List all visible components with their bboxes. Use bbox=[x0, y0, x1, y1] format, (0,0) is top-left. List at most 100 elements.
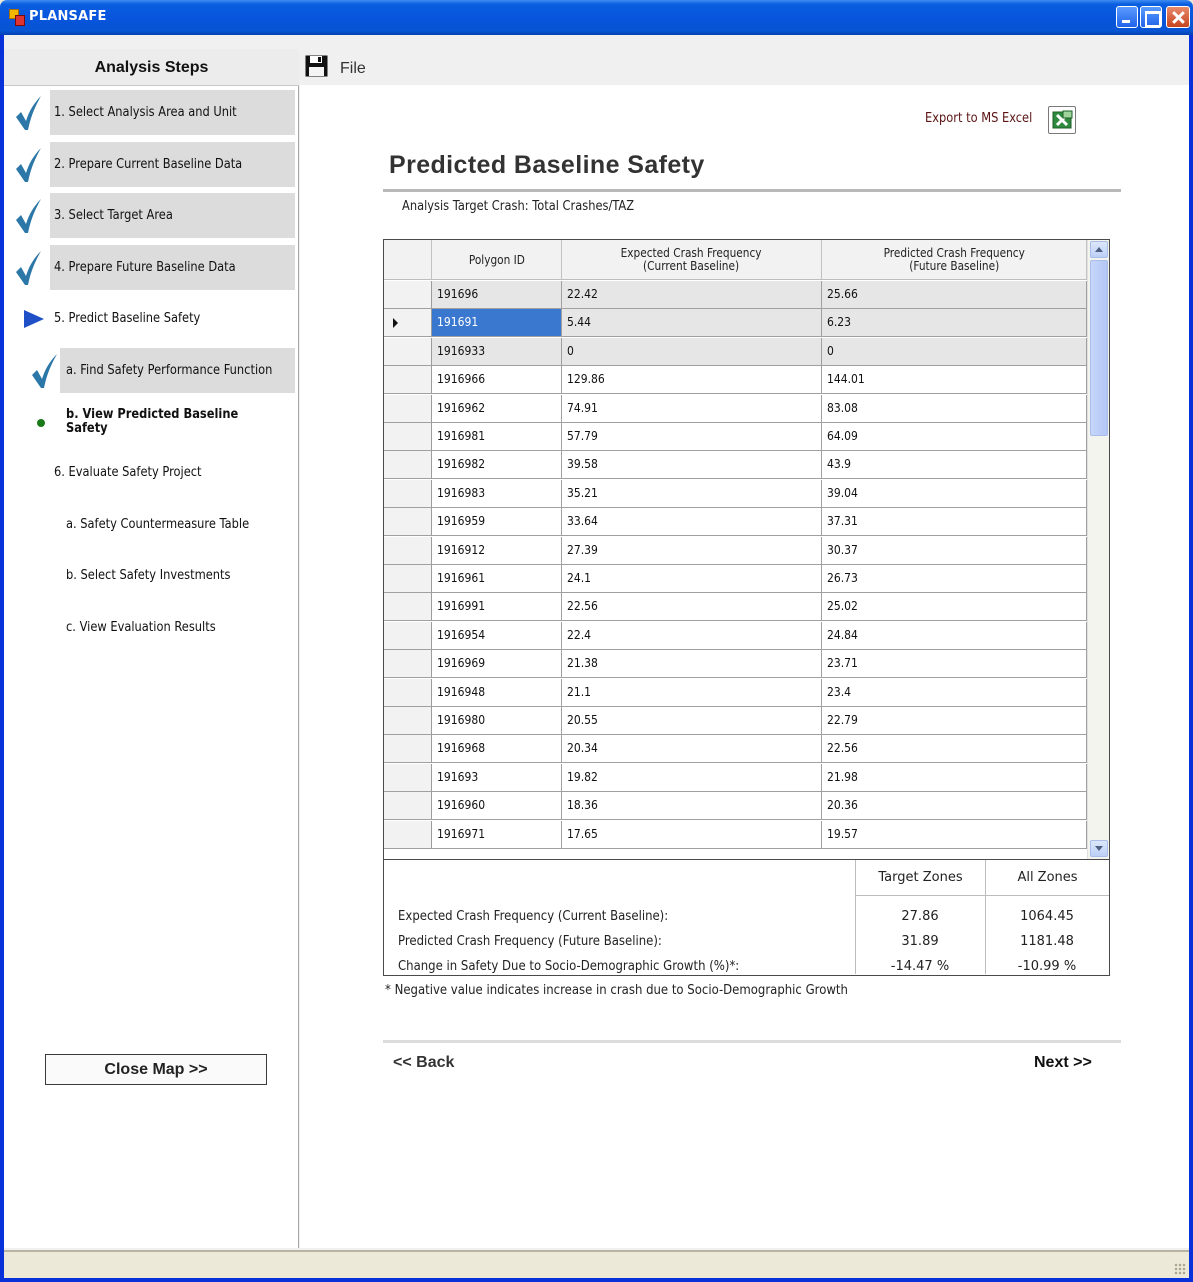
scroll-up-arrow-icon[interactable] bbox=[1090, 241, 1108, 258]
cell-polygon-id[interactable]: 1916962 bbox=[432, 394, 562, 423]
cell-polygon-id[interactable]: 1916981 bbox=[432, 423, 562, 451]
cell-predicted[interactable]: 20.36 bbox=[822, 792, 1087, 821]
cell-predicted[interactable]: 30.37 bbox=[822, 536, 1087, 565]
row-selector[interactable] bbox=[384, 707, 432, 735]
cell-expected[interactable]: 74.91 bbox=[562, 394, 822, 423]
sidebar-step-6[interactable]: a. Find Safety Performance Function bbox=[4, 348, 299, 394]
table-row[interactable]: 191696 22.42 25.66 bbox=[384, 281, 1087, 309]
row-selector[interactable] bbox=[384, 337, 432, 366]
cell-polygon-id[interactable]: 1916960 bbox=[432, 792, 562, 821]
cell-predicted[interactable]: 83.08 bbox=[822, 394, 1087, 423]
cell-expected[interactable]: 39.58 bbox=[562, 451, 822, 480]
sidebar-step-2[interactable]: 2. Prepare Current Baseline Data bbox=[4, 142, 299, 188]
row-selector[interactable] bbox=[384, 621, 432, 650]
table-row[interactable]: 1916961 24.1 26.73 bbox=[384, 565, 1087, 593]
sidebar-step-3[interactable]: 3. Select Target Area bbox=[4, 193, 299, 239]
cell-expected[interactable]: 22.42 bbox=[562, 281, 822, 309]
column-header-expected[interactable]: Expected Crash Frequency (Current Baselin… bbox=[562, 240, 822, 280]
cell-expected[interactable]: 24.1 bbox=[562, 565, 822, 593]
cell-predicted[interactable]: 0 bbox=[822, 337, 1087, 366]
prediction-grid[interactable]: Polygon ID Expected Crash Frequency (Curr… bbox=[383, 239, 1110, 860]
sidebar-step-8[interactable]: 6. Evaluate Safety Project bbox=[4, 450, 299, 496]
cell-expected[interactable]: 5.44 bbox=[562, 309, 822, 338]
table-row[interactable]: 1916959 33.64 37.31 bbox=[384, 508, 1087, 537]
resize-grip-icon[interactable] bbox=[1174, 1263, 1186, 1275]
cell-predicted[interactable]: 25.66 bbox=[822, 281, 1087, 309]
table-row[interactable]: 1916980 20.55 22.79 bbox=[384, 707, 1087, 735]
cell-predicted[interactable]: 21.98 bbox=[822, 763, 1087, 792]
cell-expected[interactable]: 20.34 bbox=[562, 735, 822, 764]
table-row[interactable]: 191693 19.82 21.98 bbox=[384, 763, 1087, 792]
cell-polygon-id[interactable]: 1916959 bbox=[432, 508, 562, 537]
cell-expected[interactable]: 19.82 bbox=[562, 763, 822, 792]
row-selector[interactable] bbox=[384, 735, 432, 764]
file-menu[interactable]: File bbox=[340, 60, 366, 78]
cell-expected[interactable]: 35.21 bbox=[562, 479, 822, 508]
sidebar-step-1[interactable]: 1. Select Analysis Area and Unit bbox=[4, 90, 299, 136]
sidebar-step-9[interactable]: a. Safety Countermeasure Table bbox=[4, 502, 299, 548]
cell-predicted[interactable]: 25.02 bbox=[822, 593, 1087, 622]
excel-icon[interactable] bbox=[1048, 106, 1076, 134]
table-row[interactable]: 1916960 18.36 20.36 bbox=[384, 792, 1087, 821]
cell-expected[interactable]: 20.55 bbox=[562, 707, 822, 735]
row-selector[interactable] bbox=[384, 281, 432, 309]
cell-polygon-id[interactable]: 1916966 bbox=[432, 366, 562, 395]
cell-predicted[interactable]: 26.73 bbox=[822, 565, 1087, 593]
cell-polygon-id[interactable]: 1916912 bbox=[432, 536, 562, 565]
table-row[interactable]: 1916991 22.56 25.02 bbox=[384, 593, 1087, 622]
table-row[interactable]: 1916966 129.86 144.01 bbox=[384, 366, 1087, 395]
row-selector[interactable] bbox=[384, 536, 432, 565]
table-row[interactable]: 1916983 35.21 39.04 bbox=[384, 479, 1087, 508]
cell-expected[interactable]: 17.65 bbox=[562, 820, 822, 849]
row-selector[interactable] bbox=[384, 792, 432, 821]
cell-expected[interactable]: 27.39 bbox=[562, 536, 822, 565]
cell-polygon-id[interactable]: 1916968 bbox=[432, 735, 562, 764]
cell-expected[interactable]: 33.64 bbox=[562, 508, 822, 537]
cell-expected[interactable]: 129.86 bbox=[562, 366, 822, 395]
table-row[interactable]: 1916981 57.79 64.09 bbox=[384, 423, 1087, 451]
row-selector[interactable] bbox=[384, 366, 432, 395]
cell-predicted[interactable]: 6.23 bbox=[822, 309, 1087, 338]
export-excel-link[interactable]: Export to MS Excel bbox=[925, 111, 1032, 126]
cell-polygon-id[interactable]: 1916969 bbox=[432, 650, 562, 679]
scroll-down-arrow-icon[interactable] bbox=[1090, 840, 1108, 857]
table-row[interactable]: 1916962 74.91 83.08 bbox=[384, 394, 1087, 423]
row-selector[interactable] bbox=[384, 820, 432, 849]
table-row[interactable]: 1916969 21.38 23.71 bbox=[384, 650, 1087, 679]
row-selector[interactable] bbox=[384, 763, 432, 792]
row-selector[interactable] bbox=[384, 678, 432, 707]
table-row[interactable]: 1916954 22.4 24.84 bbox=[384, 621, 1087, 650]
row-selector[interactable] bbox=[384, 423, 432, 451]
cell-polygon-id[interactable]: 1916933 bbox=[432, 337, 562, 366]
close-window-button[interactable] bbox=[1166, 6, 1190, 28]
table-row[interactable]: 1916912 27.39 30.37 bbox=[384, 536, 1087, 565]
row-selector[interactable] bbox=[384, 309, 432, 338]
cell-expected[interactable]: 22.56 bbox=[562, 593, 822, 622]
cell-predicted[interactable]: 23.4 bbox=[822, 678, 1087, 707]
table-row[interactable]: 1916948 21.1 23.4 bbox=[384, 678, 1087, 707]
close-map-button[interactable]: Close Map >> bbox=[45, 1054, 267, 1085]
scroll-thumb[interactable] bbox=[1090, 260, 1108, 436]
sidebar-step-7[interactable]: b. View Predicted Baseline Safety bbox=[4, 399, 299, 445]
row-selector[interactable] bbox=[384, 565, 432, 593]
cell-predicted[interactable]: 64.09 bbox=[822, 423, 1087, 451]
row-selector[interactable] bbox=[384, 593, 432, 622]
table-row[interactable]: 1916982 39.58 43.9 bbox=[384, 451, 1087, 480]
row-selector[interactable] bbox=[384, 650, 432, 679]
sidebar-step-4[interactable]: 4. Prepare Future Baseline Data bbox=[4, 245, 299, 291]
cell-expected[interactable]: 0 bbox=[562, 337, 822, 366]
cell-polygon-id[interactable]: 191693 bbox=[432, 763, 562, 792]
cell-polygon-id[interactable]: 191696 bbox=[432, 281, 562, 309]
cell-predicted[interactable]: 22.79 bbox=[822, 707, 1087, 735]
next-button[interactable]: Next >> bbox=[1034, 1054, 1092, 1072]
cell-polygon-id[interactable]: 1916982 bbox=[432, 451, 562, 480]
table-row[interactable]: 1916968 20.34 22.56 bbox=[384, 735, 1087, 764]
sidebar-step-5[interactable]: 5. Predict Baseline Safety bbox=[4, 296, 299, 342]
cell-expected[interactable]: 57.79 bbox=[562, 423, 822, 451]
table-row[interactable]: 1916971 17.65 19.57 bbox=[384, 820, 1087, 849]
row-selector[interactable] bbox=[384, 479, 432, 508]
back-button[interactable]: << Back bbox=[393, 1054, 454, 1072]
cell-predicted[interactable]: 24.84 bbox=[822, 621, 1087, 650]
table-row[interactable]: 191691 5.44 6.23 bbox=[384, 309, 1087, 338]
cell-predicted[interactable]: 144.01 bbox=[822, 366, 1087, 395]
